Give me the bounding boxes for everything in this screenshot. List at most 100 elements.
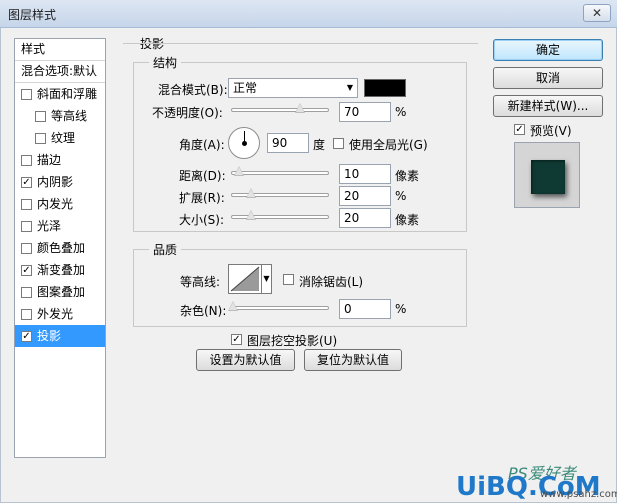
style-item[interactable]: 内发光 <box>15 193 105 215</box>
style-item-label: 颜色叠加 <box>37 241 86 255</box>
quality-title: 品质 <box>149 241 182 258</box>
anti-alias-checkbox[interactable] <box>283 274 294 285</box>
blend-mode-value: 正常 <box>233 81 258 95</box>
style-item-checkbox[interactable] <box>35 111 46 122</box>
style-item[interactable]: 纹理 <box>15 127 105 149</box>
distance-label: 距离(D): <box>179 169 226 183</box>
window-title: 图层样式 <box>8 8 57 22</box>
distance-input[interactable]: 10 <box>339 164 391 184</box>
angle-input[interactable]: 90 <box>267 133 309 153</box>
style-item-checkbox[interactable] <box>35 133 46 144</box>
style-item-label: 等高线 <box>51 109 88 123</box>
cancel-button[interactable]: 取消 <box>493 67 603 89</box>
style-item-checkbox[interactable] <box>21 89 32 100</box>
global-light-checkbox[interactable] <box>333 138 344 149</box>
chevron-down-icon: ▼ <box>346 83 353 92</box>
style-preview-thumbnail <box>514 142 580 208</box>
size-label: 大小(S): <box>179 213 225 227</box>
angle-dial[interactable] <box>228 127 260 159</box>
opacity-slider[interactable] <box>231 103 329 113</box>
spread-slider[interactable] <box>231 188 329 198</box>
angle-center-dot <box>242 141 247 146</box>
style-item-checkbox[interactable] <box>21 221 32 232</box>
style-item[interactable]: 描边 <box>15 149 105 171</box>
title-bar: 图层样式 ✕ <box>0 0 617 28</box>
style-item-checkbox[interactable]: ✓ <box>21 177 32 188</box>
styles-list: 样式 混合选项:默认 斜面和浮雕等高线纹理描边 ✓ 内阴影内发光光泽颜色叠加 ✓ 渐变叠… <box>14 38 106 458</box>
style-item-label: 外发光 <box>37 307 74 321</box>
knockout-checkbox[interactable]: ✓ <box>231 334 242 345</box>
style-item-label: 光泽 <box>37 219 62 233</box>
style-item-label: 内阴影 <box>37 175 74 189</box>
size-unit: 像素 <box>395 213 420 227</box>
style-item-checkbox[interactable] <box>21 309 32 320</box>
reset-default-button[interactable]: 复位为默认值 <box>304 349 402 371</box>
contour-linear-icon <box>230 266 260 292</box>
angle-unit: 度 <box>313 138 326 152</box>
close-icon: ✕ <box>591 6 603 20</box>
preview-checkbox[interactable]: ✓ <box>514 124 525 135</box>
structure-title: 结构 <box>149 54 182 71</box>
size-slider-thumb[interactable] <box>246 210 256 220</box>
style-item-checkbox[interactable] <box>21 199 32 210</box>
styles-header[interactable]: 样式 <box>15 39 105 61</box>
style-item[interactable]: 图案叠加 <box>15 281 105 303</box>
blend-mode-label: 混合模式(B): <box>158 83 228 97</box>
opacity-slider-thumb[interactable] <box>295 103 305 113</box>
style-item[interactable]: 等高线 <box>15 105 105 127</box>
style-item[interactable]: 颜色叠加 <box>15 237 105 259</box>
style-item-label: 描边 <box>37 153 62 167</box>
style-item-checkbox[interactable] <box>21 243 32 254</box>
style-item[interactable]: ✓ 内阴影 <box>15 171 105 193</box>
drop-shadow-outline <box>123 43 478 44</box>
style-item[interactable]: 光泽 <box>15 215 105 237</box>
preview-swatch <box>531 160 565 194</box>
new-style-button[interactable]: 新建样式(W)... <box>493 95 603 117</box>
style-item[interactable]: 斜面和浮雕 <box>15 83 105 105</box>
noise-input[interactable]: 0 <box>339 299 391 319</box>
style-item-checkbox[interactable]: ✓ <box>21 265 32 276</box>
style-item-label: 渐变叠加 <box>37 263 86 277</box>
size-slider[interactable] <box>231 210 329 220</box>
opacity-input[interactable]: 70 <box>339 102 391 122</box>
style-item-label: 投影 <box>37 329 62 343</box>
style-item[interactable]: 外发光 <box>15 303 105 325</box>
style-item-checkbox[interactable] <box>21 155 32 166</box>
contour-label: 等高线: <box>180 275 221 289</box>
watermark-url: www.psahz.com <box>540 489 617 500</box>
size-input[interactable]: 20 <box>339 208 391 228</box>
shadow-color-swatch[interactable] <box>364 79 406 97</box>
style-item-checkbox[interactable]: ✓ <box>21 331 32 342</box>
set-default-button[interactable]: 设置为默认值 <box>196 349 295 371</box>
knockout-label[interactable]: 图层挖空投影(U) <box>247 332 337 349</box>
style-item[interactable]: ✓ 渐变叠加 <box>15 259 105 281</box>
noise-slider-thumb[interactable] <box>228 301 238 311</box>
spread-label: 扩展(R): <box>179 191 225 205</box>
noise-slider[interactable] <box>228 301 329 311</box>
spread-slider-thumb[interactable] <box>246 188 256 198</box>
close-button[interactable]: ✕ <box>583 4 611 22</box>
opacity-label: 不透明度(O): <box>152 106 223 120</box>
style-item-label: 斜面和浮雕 <box>37 87 98 101</box>
global-light-label[interactable]: 使用全局光(G) <box>349 136 428 153</box>
noise-label: 杂色(N): <box>180 304 227 318</box>
distance-slider[interactable] <box>231 166 329 176</box>
ok-button[interactable]: 确定 <box>493 39 603 61</box>
noise-unit: % <box>395 302 407 316</box>
preview-label[interactable]: 预览(V) <box>530 122 572 139</box>
spread-input[interactable]: 20 <box>339 186 391 206</box>
spread-unit: % <box>395 189 407 203</box>
style-item-checkbox[interactable] <box>21 287 32 298</box>
chevron-down-icon: ▼ <box>263 274 270 283</box>
anti-alias-label[interactable]: 消除锯齿(L) <box>299 273 363 290</box>
style-item[interactable]: ✓ 投影 <box>15 325 105 347</box>
opacity-unit: % <box>395 105 407 119</box>
blending-options-item[interactable]: 混合选项:默认 <box>15 61 105 83</box>
contour-dropdown-button[interactable]: ▼ <box>262 264 272 294</box>
blend-mode-select[interactable]: 正常 ▼ <box>228 78 358 98</box>
distance-slider-thumb[interactable] <box>234 166 244 176</box>
style-item-label: 纹理 <box>51 131 76 145</box>
contour-picker[interactable] <box>228 264 262 294</box>
style-item-label: 内发光 <box>37 197 74 211</box>
angle-label: 角度(A): <box>179 138 225 152</box>
